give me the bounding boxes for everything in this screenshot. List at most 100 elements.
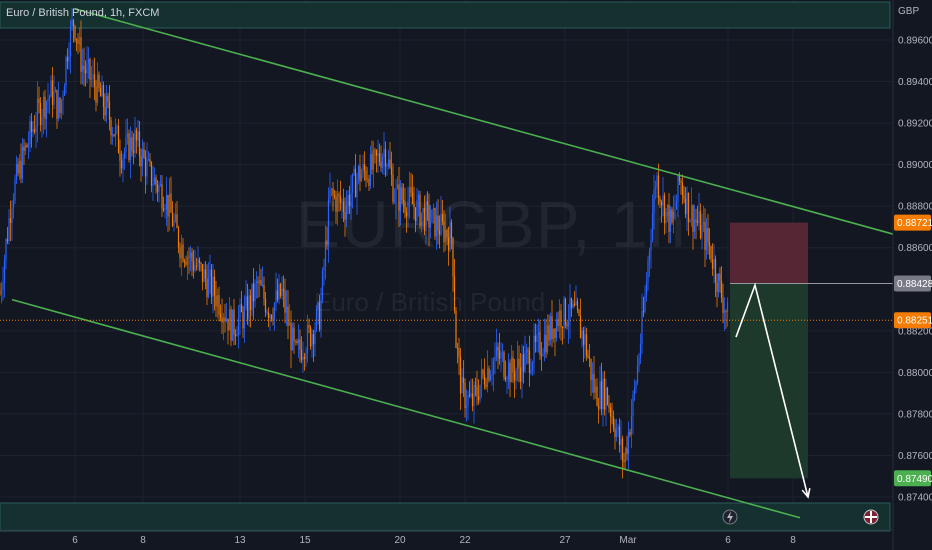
- candle-body: [494, 356, 496, 362]
- candle-body: [528, 350, 531, 374]
- candle-body: [690, 205, 693, 221]
- candle-body: [284, 291, 286, 313]
- candle-body: [183, 261, 186, 263]
- candle-body: [608, 404, 610, 408]
- candle-body: [693, 219, 696, 232]
- candle-body: [375, 150, 378, 156]
- candle-body: [384, 149, 387, 167]
- candle-body: [191, 252, 193, 262]
- candle-body: [213, 276, 216, 296]
- candle-body: [278, 283, 280, 300]
- candle-body: [638, 357, 640, 366]
- candle-body: [506, 379, 508, 381]
- candle-body: [102, 84, 105, 108]
- candle-body: [698, 211, 700, 224]
- price-tick-label: 0.87800: [898, 409, 932, 420]
- candle-body: [560, 310, 562, 328]
- candle-body: [108, 101, 111, 120]
- candle-body: [239, 304, 241, 319]
- candle-body: [639, 344, 642, 358]
- time-tick-label: 8: [140, 535, 146, 546]
- candle-body: [711, 259, 714, 269]
- candle-body: [290, 322, 292, 351]
- candle-body: [101, 84, 103, 97]
- candle-body: [230, 309, 232, 341]
- price-label-text: 0.88721: [897, 218, 932, 229]
- candle-body: [689, 220, 691, 222]
- candle-body: [264, 298, 267, 313]
- candle-body: [726, 301, 729, 312]
- candle-body: [599, 381, 601, 409]
- candle-body: [254, 283, 256, 302]
- candle-body: [551, 316, 553, 340]
- candle-body: [44, 96, 46, 119]
- candle-body: [15, 164, 18, 180]
- candle-body: [3, 259, 6, 284]
- candle-body: [98, 74, 100, 89]
- candle-body: [552, 328, 555, 340]
- candle-body: [480, 369, 483, 385]
- candle-body: [300, 349, 303, 361]
- candle-body: [635, 382, 637, 389]
- candle-body: [143, 149, 145, 158]
- time-tick-label: 13: [234, 535, 246, 546]
- candle-body: [248, 295, 250, 320]
- candle-body: [534, 335, 537, 342]
- watermark-symbol: EURGBP, 1h: [296, 187, 687, 261]
- candle-body: [555, 319, 558, 338]
- candle-body: [465, 405, 468, 409]
- candle-body: [720, 280, 723, 299]
- candle-body: [512, 357, 514, 373]
- candle-body: [182, 244, 184, 262]
- price-chart[interactable]: 0.89600 0.89400 0.89200 0.89000 0.88800 0.886…: [0, 0, 932, 550]
- candle-body: [6, 239, 9, 242]
- candle-body: [687, 192, 690, 222]
- candle-body: [222, 317, 225, 323]
- candle-body: [216, 295, 219, 307]
- candle-body: [492, 361, 495, 374]
- candle-body: [573, 303, 576, 306]
- candle-body: [87, 59, 90, 64]
- candle-body: [570, 297, 573, 308]
- candle-body: [132, 150, 135, 153]
- price-tick-label: 0.88800: [898, 202, 932, 213]
- candle-body: [602, 378, 604, 410]
- candle-body: [113, 134, 115, 137]
- candle-body: [135, 130, 138, 141]
- candle-body: [221, 316, 223, 323]
- candle-body: [572, 303, 574, 308]
- candle-body: [38, 98, 40, 103]
- symbol-title[interactable]: Euro / British Pound, 1h, FXCM: [6, 7, 159, 19]
- candle-body: [464, 382, 466, 409]
- candle-body: [503, 352, 505, 377]
- candle-body: [641, 311, 643, 345]
- candle-body: [186, 256, 189, 265]
- time-tick-label: 20: [394, 535, 406, 546]
- candle-body: [60, 100, 63, 113]
- candle-body: [579, 315, 582, 339]
- candle-body: [719, 273, 721, 281]
- candle-body: [524, 352, 526, 372]
- candle-body: [51, 80, 54, 105]
- candle-body: [170, 193, 172, 213]
- candle-body: [531, 362, 534, 371]
- candle-body: [2, 283, 4, 290]
- candle-body: [567, 321, 570, 326]
- candle-body: [120, 160, 123, 169]
- candle-body: [632, 394, 634, 417]
- time-tick-label: 22: [459, 535, 471, 546]
- candle-body: [131, 137, 133, 151]
- candle-body: [123, 151, 126, 159]
- candle-body: [588, 357, 591, 359]
- candle-body: [306, 325, 309, 354]
- candle-body: [542, 353, 544, 356]
- candle-body: [78, 37, 81, 45]
- candle-body: [621, 438, 624, 460]
- candle-body: [188, 256, 190, 258]
- candle-body: [471, 393, 474, 407]
- stop-loss-zone[interactable]: [730, 222, 808, 284]
- candle-body: [168, 193, 171, 217]
- candle-body: [206, 278, 208, 298]
- candle-body: [180, 244, 183, 259]
- candle-body: [146, 159, 148, 177]
